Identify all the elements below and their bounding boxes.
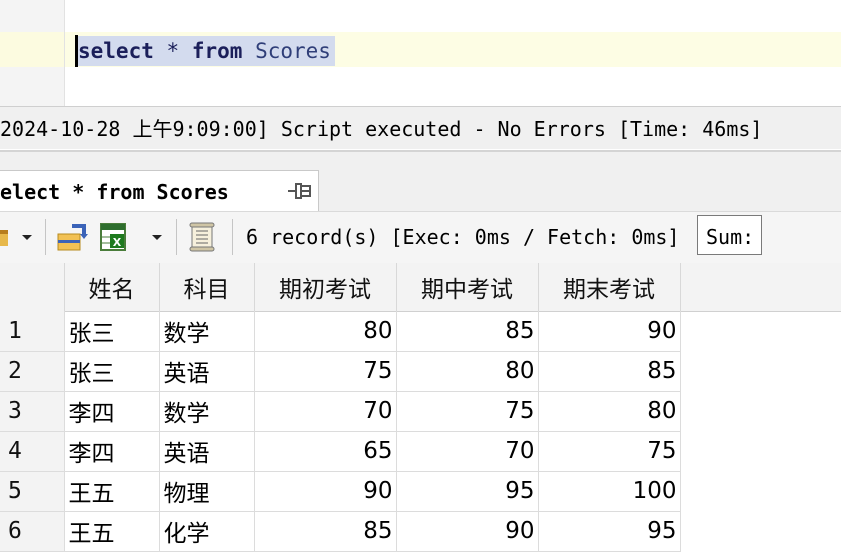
table-export-icon[interactable] [56,222,90,252]
name-cell[interactable]: 张三 [64,351,160,392]
row-number[interactable]: 5 [0,471,65,512]
grid-edit-icon[interactable] [0,226,12,250]
result-tab-label: elect * from Scores [0,180,229,204]
table-row[interactable]: 5 王五 物理 90 95 100 [0,471,681,512]
final-score-cell[interactable]: 85 [538,351,681,392]
final-score-cell[interactable]: 75 [538,431,681,472]
pin-icon[interactable] [286,178,312,204]
subject-cell[interactable]: 数学 [159,311,255,352]
start-score-cell[interactable]: 90 [254,471,397,512]
toolbar-separator [176,219,177,255]
subject-cell[interactable]: 英语 [159,431,255,472]
table-identifier: Scores [255,39,331,63]
mid-score-cell[interactable]: 85 [396,311,539,352]
start-score-cell[interactable]: 85 [254,511,397,552]
excel-export-icon[interactable]: X [98,222,132,252]
name-cell[interactable]: 李四 [64,391,160,432]
mid-score-cell[interactable]: 80 [396,351,539,392]
header-row: 姓名 科目 期初考试 期中考试 期末考试 [0,263,681,311]
subject-cell[interactable]: 物理 [159,471,255,512]
dropdown-arrow-icon[interactable] [20,230,34,244]
table-row[interactable]: 3 李四 数学 70 75 80 [0,391,681,432]
name-cell[interactable]: 王五 [64,471,160,512]
result-table: 姓名 科目 期初考试 期中考试 期末考试 1 张三 数学 80 85 90 2 张三 英语 75 8… [0,263,681,552]
column-header[interactable]: 科目 [159,263,255,311]
start-score-cell[interactable]: 70 [254,391,397,432]
subject-cell[interactable]: 英语 [159,351,255,392]
gutter-current-line [0,32,64,67]
sum-label: Sum: [706,225,755,249]
final-score-cell[interactable]: 95 [538,511,681,552]
row-number[interactable]: 4 [0,431,65,472]
column-header[interactable]: 期末考试 [538,263,681,311]
keyword-select: select [78,39,154,63]
start-score-cell[interactable]: 65 [254,431,397,472]
star-operator: * [166,39,180,63]
panel-splitter[interactable] [0,150,841,164]
row-number[interactable]: 2 [0,351,65,392]
record-status: 6 record(s) [Exec: 0ms / Fetch: 0ms] [246,225,680,249]
mid-score-cell[interactable]: 75 [396,391,539,432]
final-score-cell[interactable]: 80 [538,391,681,432]
final-score-cell[interactable]: 90 [538,311,681,352]
name-cell[interactable]: 张三 [64,311,160,352]
column-header[interactable]: 期初考试 [254,263,397,311]
name-cell[interactable]: 李四 [64,431,160,472]
table-row[interactable]: 1 张三 数学 80 85 90 [0,311,681,352]
column-header[interactable]: 期中考试 [396,263,539,311]
dropdown-arrow-icon[interactable] [150,230,164,244]
script-icon[interactable] [187,221,217,253]
sql-editor[interactable]: select * from Scores [0,0,841,106]
mid-score-cell[interactable]: 70 [396,431,539,472]
toolbar-separator [232,219,233,255]
subject-cell[interactable]: 化学 [159,511,255,552]
name-cell[interactable]: 王五 [64,511,160,552]
column-header[interactable]: 姓名 [64,263,160,311]
mid-score-cell[interactable]: 90 [396,511,539,552]
table-row[interactable]: 6 王五 化学 85 90 95 [0,511,681,552]
sql-query-line[interactable]: select * from Scores [78,38,331,64]
row-number[interactable]: 3 [0,391,65,432]
row-number-header[interactable] [0,263,65,311]
start-score-cell[interactable]: 80 [254,311,397,352]
row-number[interactable]: 6 [0,511,65,552]
subject-cell[interactable]: 数学 [159,391,255,432]
start-score-cell[interactable]: 75 [254,351,397,392]
keyword-from: from [191,39,243,63]
execution-log: 2024-10-28 上午9:09:00] Script executed - … [0,117,763,141]
table-row[interactable]: 2 张三 英语 75 80 85 [0,351,681,392]
toolbar-separator [45,219,46,255]
final-score-cell[interactable]: 100 [538,471,681,512]
mid-score-cell[interactable]: 95 [396,471,539,512]
svg-text:X: X [113,236,122,249]
table-row[interactable]: 4 李四 英语 65 70 75 [0,431,681,472]
row-number[interactable]: 1 [0,311,65,352]
